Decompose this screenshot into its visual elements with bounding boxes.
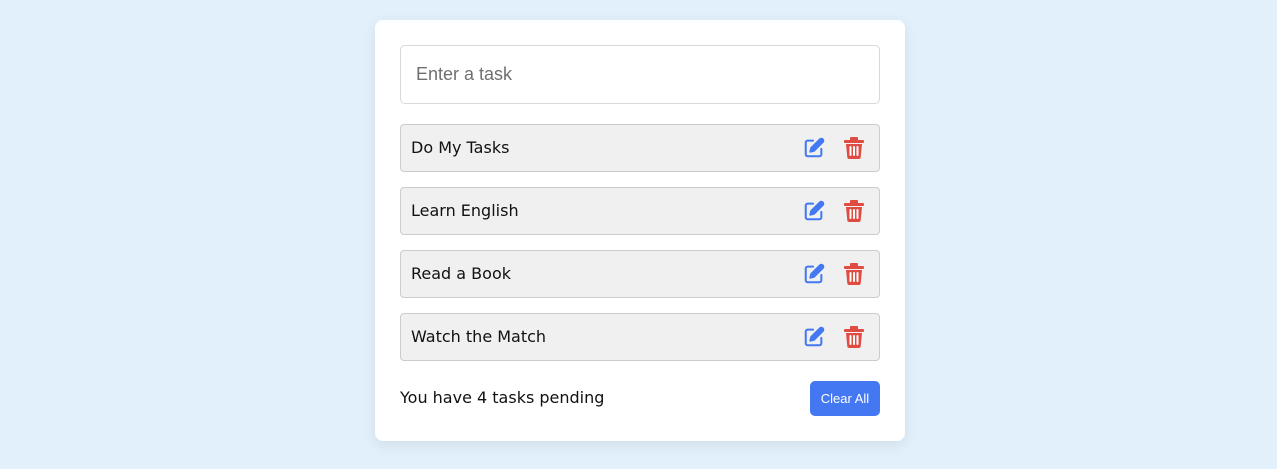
- delete-button[interactable]: [841, 324, 867, 350]
- edit-icon: [804, 200, 825, 221]
- clear-all-button[interactable]: Clear All: [810, 381, 880, 416]
- delete-button[interactable]: [841, 135, 867, 161]
- edit-button[interactable]: [801, 261, 827, 287]
- trash-icon: [844, 263, 864, 285]
- edit-button[interactable]: [801, 135, 827, 161]
- trash-icon: [844, 326, 864, 348]
- delete-button[interactable]: [841, 198, 867, 224]
- task-text: Watch the Match: [411, 327, 547, 346]
- edit-button[interactable]: [801, 324, 827, 350]
- todo-card: Do My Tasks Learn English: [375, 20, 905, 441]
- task-item: Do My Tasks: [400, 124, 880, 172]
- trash-icon: [844, 200, 864, 222]
- task-text: Learn English: [411, 201, 519, 220]
- trash-icon: [844, 137, 864, 159]
- edit-icon: [804, 263, 825, 284]
- pending-count-text: You have 4 tasks pending: [400, 388, 605, 407]
- delete-button[interactable]: [841, 261, 867, 287]
- task-text: Read a Book: [411, 264, 511, 283]
- task-item: Read a Book: [400, 250, 880, 298]
- task-input[interactable]: [400, 45, 880, 104]
- edit-icon: [804, 326, 825, 347]
- task-item: Watch the Match: [400, 313, 880, 361]
- edit-button[interactable]: [801, 198, 827, 224]
- task-text: Do My Tasks: [411, 138, 510, 157]
- task-item: Learn English: [400, 187, 880, 235]
- edit-icon: [804, 137, 825, 158]
- task-list: Do My Tasks Learn English Read a Book Wa…: [400, 124, 880, 376]
